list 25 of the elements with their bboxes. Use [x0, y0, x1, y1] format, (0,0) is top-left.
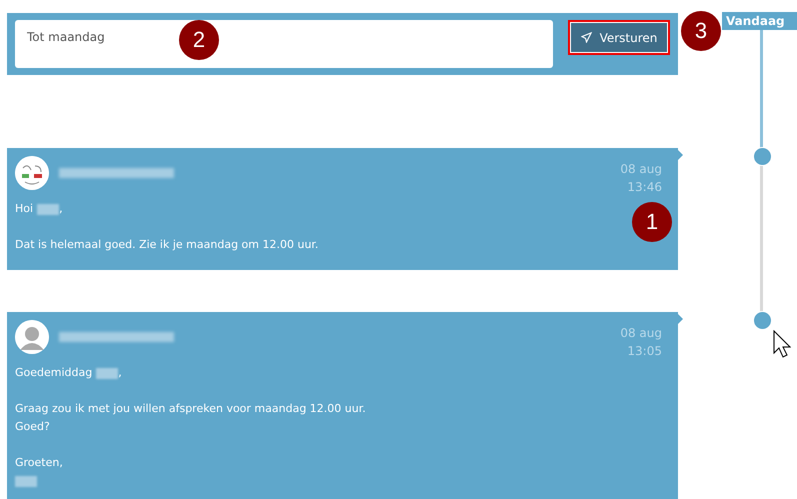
message-text: Groeten,: [15, 455, 63, 471]
message-text: ,: [59, 201, 63, 217]
message-text: ,: [118, 365, 122, 381]
message-date: 08 aug: [620, 161, 662, 178]
message-text: Hoi: [15, 201, 34, 217]
message-time: 13:46: [626, 179, 662, 196]
paper-plane-icon: [580, 32, 592, 43]
redacted-name: [15, 476, 37, 486]
step-badge: 1: [632, 202, 672, 242]
avatar-drawing: [15, 156, 49, 190]
message-date: 08 aug: [620, 325, 662, 342]
message-text: Dat is helemaal goed. Zie ik je maandag om 12.00 uur.: [15, 237, 318, 253]
message-text: Graag zou ik met jou willen afspreken voor maandag 12.00 uur.: [15, 401, 366, 417]
send-button[interactable]: Versturen: [568, 20, 670, 55]
timeline-dot: [753, 147, 772, 166]
message-text: Goed?: [15, 419, 50, 435]
mouse-cursor-icon: [773, 330, 791, 360]
message-time: 13:05: [626, 343, 662, 360]
step-badge: 3: [681, 11, 721, 51]
timeline-dot: [753, 311, 772, 330]
redacted-name: [37, 204, 60, 214]
redacted-name: [96, 368, 118, 378]
date-label: Vandaag: [722, 12, 797, 30]
avatar-silhouette: [15, 320, 49, 354]
message-text: Goedemiddag: [15, 365, 92, 381]
